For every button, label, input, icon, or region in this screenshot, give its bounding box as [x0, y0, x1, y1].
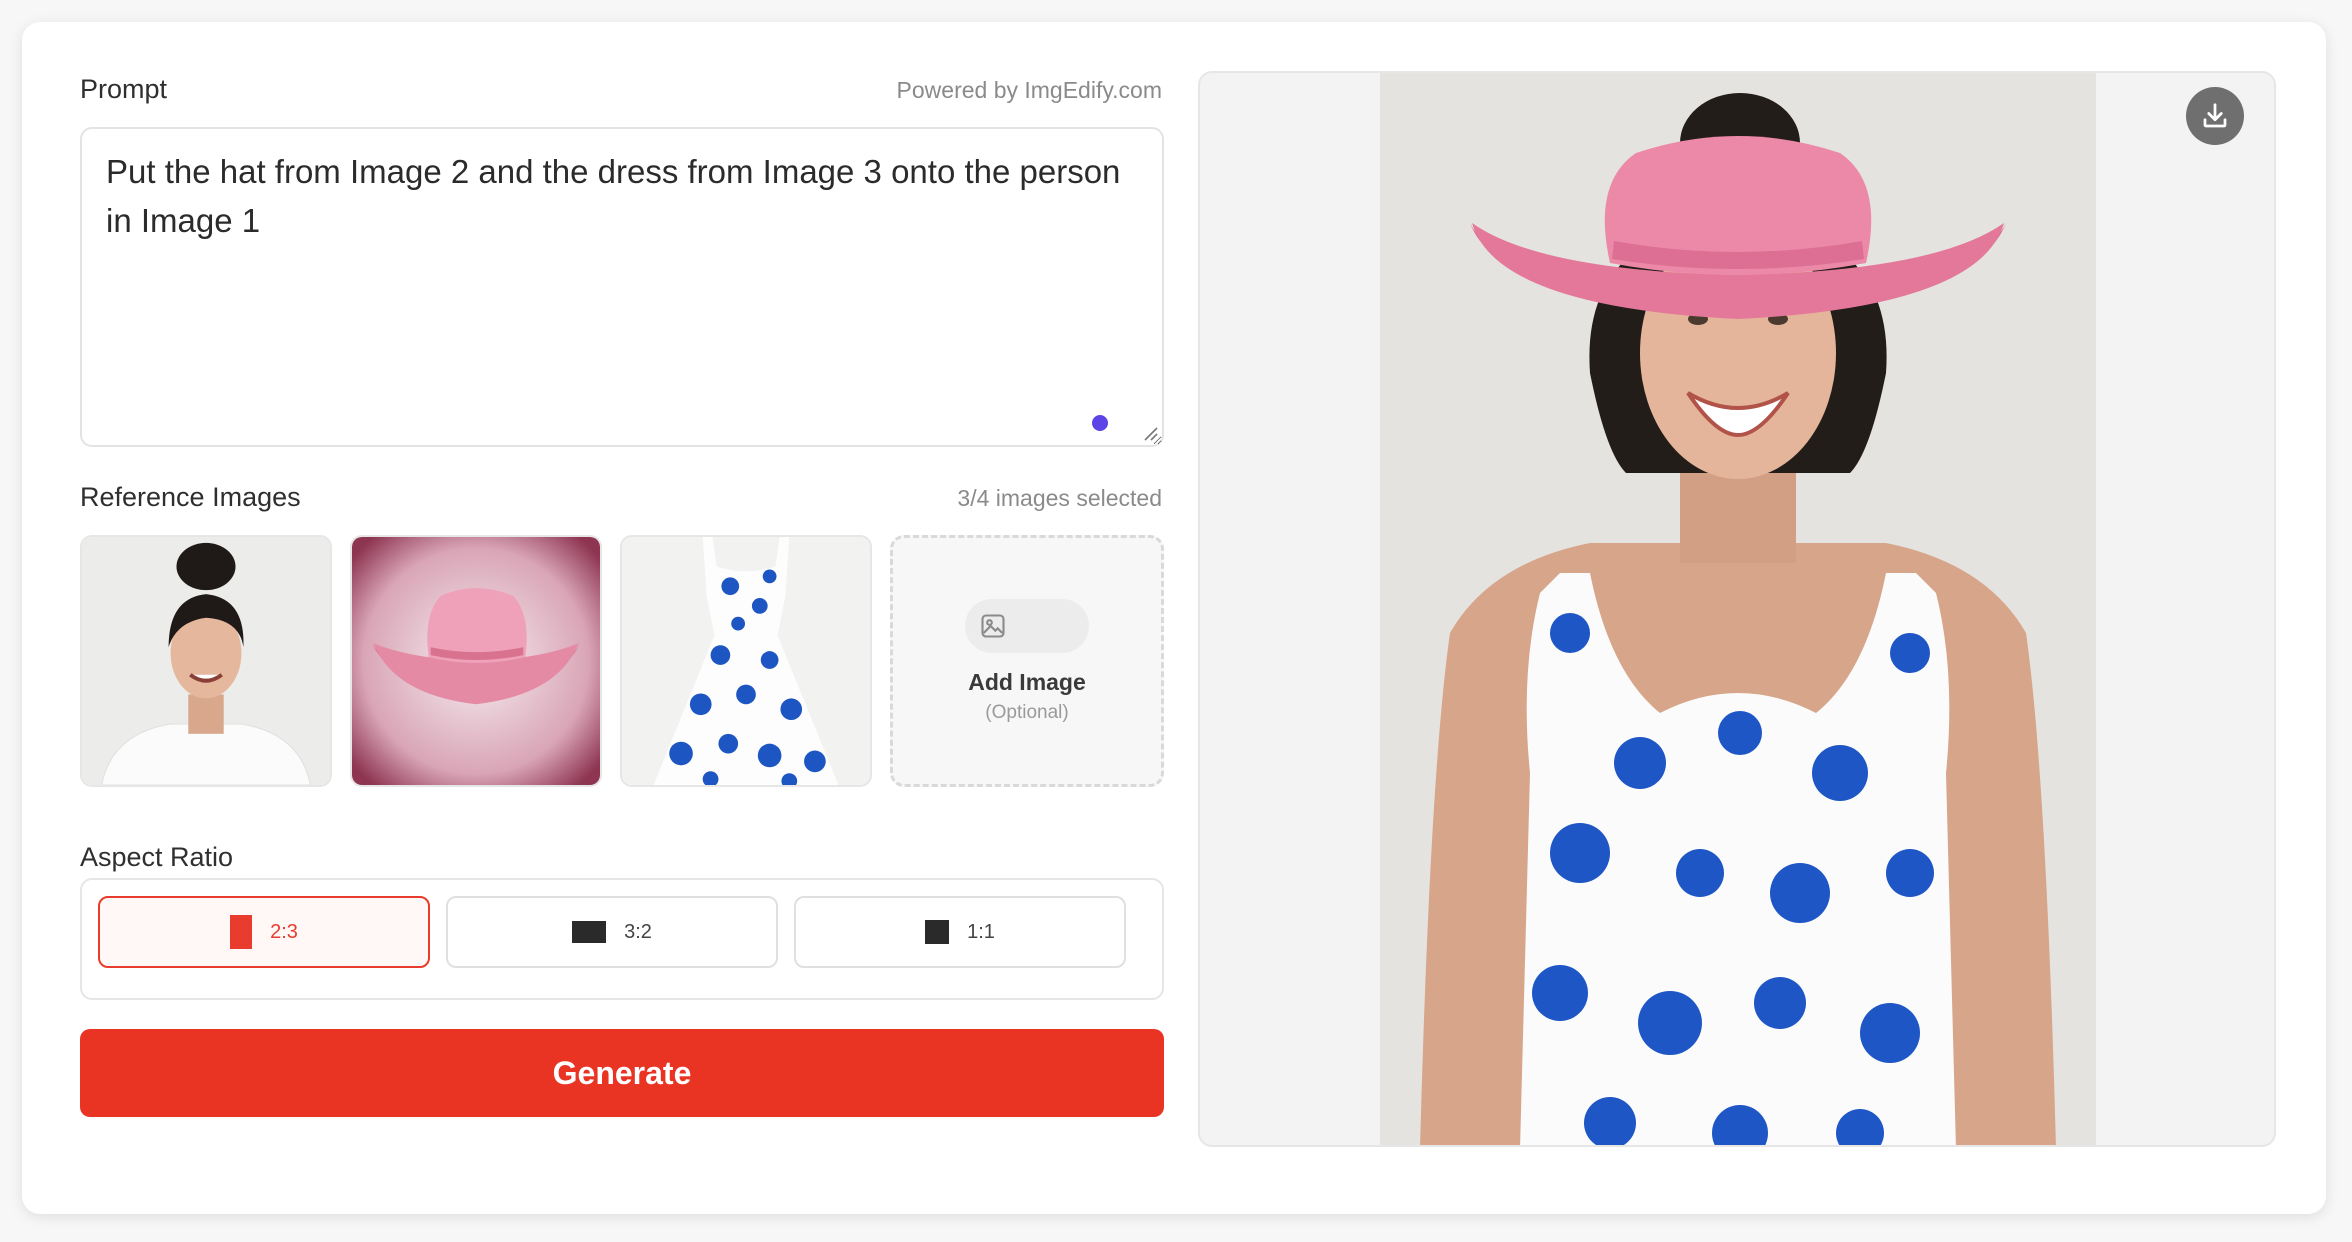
reference-image-1[interactable]	[80, 535, 332, 787]
images-selected-count: 3/4 images selected	[957, 485, 1162, 511]
landscape-ratio-icon	[572, 921, 607, 943]
square-ratio-icon	[925, 920, 950, 944]
ratio-label: 2:3	[270, 920, 298, 943]
blue-floral-dress-image	[622, 537, 870, 785]
status-dot	[1092, 415, 1108, 431]
add-image-label: Add Image	[968, 668, 1086, 695]
editor-card: Prompt Powered by ImgEdify.com Put the h…	[22, 22, 2326, 1214]
generate-button[interactable]: Generate	[80, 1029, 1164, 1117]
add-image-button[interactable]: Add Image (Optional)	[890, 535, 1164, 787]
reference-images-label: Reference Images	[80, 482, 301, 512]
resize-handle-icon[interactable]	[1142, 425, 1158, 441]
aspect-ratio-group: 2:3 3:2 1:1	[80, 878, 1164, 1000]
ratio-2-3-button[interactable]: 2:3	[98, 896, 430, 968]
download-button[interactable]	[2186, 87, 2244, 145]
ratio-3-2-button[interactable]: 3:2	[446, 896, 778, 968]
ratio-label: 1:1	[967, 920, 995, 943]
prompt-label: Prompt	[80, 74, 168, 104]
woman-portrait-image	[82, 537, 330, 785]
reference-image-3[interactable]	[620, 535, 872, 787]
result-panel	[1198, 71, 2276, 1147]
prompt-textarea[interactable]: Put the hat from Image 2 and the dress f…	[80, 127, 1164, 447]
add-image-icon-pill	[965, 598, 1089, 653]
reference-image-2[interactable]	[350, 535, 602, 787]
generated-woman-pink-hat-floral-dress-image	[1380, 73, 2096, 1145]
add-image-optional: (Optional)	[985, 701, 1069, 723]
powered-by-text: Powered by ImgEdify.com	[896, 77, 1162, 103]
pink-cowboy-hat-image	[352, 537, 600, 785]
aspect-ratio-label: Aspect Ratio	[80, 842, 234, 872]
portrait-ratio-icon	[230, 915, 253, 949]
image-icon	[981, 613, 1005, 638]
ratio-1-1-button[interactable]: 1:1	[794, 896, 1126, 968]
prompt-text: Put the hat from Image 2 and the dress f…	[106, 153, 1121, 239]
download-icon	[2203, 103, 2227, 128]
ratio-label: 3:2	[624, 920, 652, 943]
